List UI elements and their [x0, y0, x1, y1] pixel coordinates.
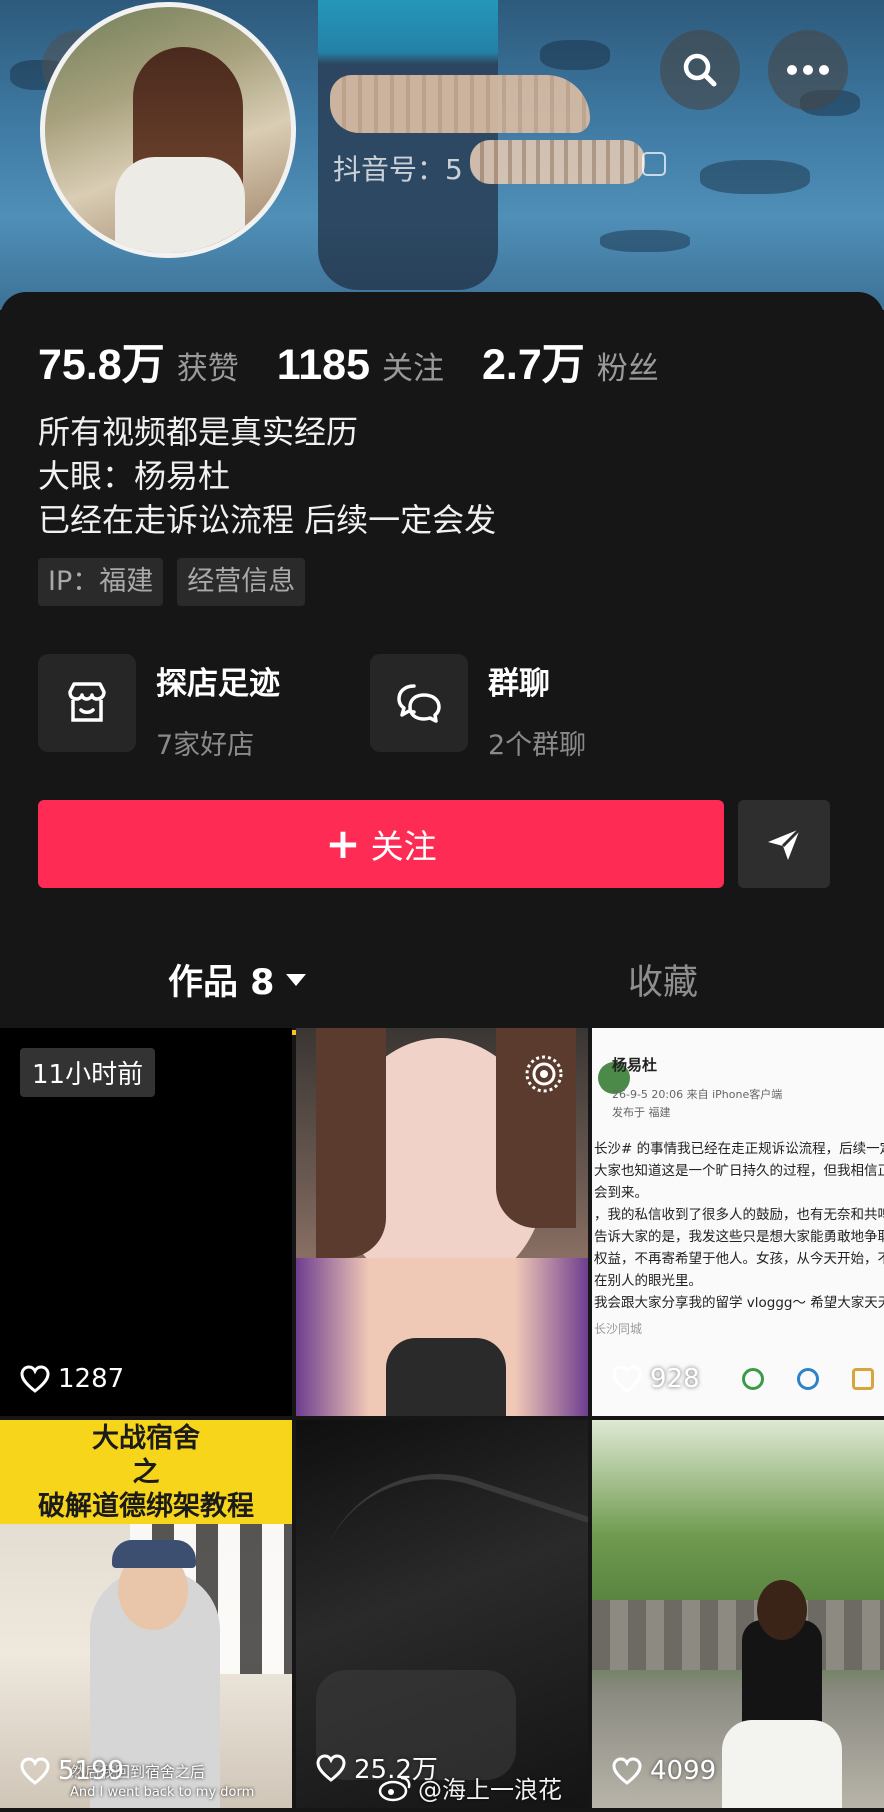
post-title-line: 之: [132, 1457, 160, 1488]
share-button[interactable]: [738, 800, 830, 888]
heart-icon: [20, 1757, 50, 1785]
search-button[interactable]: [660, 30, 740, 110]
profile-tabs: 作品 8 收藏: [0, 940, 884, 1036]
business-info-tag[interactable]: 经营信息: [177, 558, 306, 606]
bio-line: 已经在走诉讼流程 后续一定会发: [38, 501, 497, 539]
bio-line: 所有视频都是真实经历: [38, 413, 359, 451]
followers-label[interactable]: 粉丝: [597, 343, 659, 388]
caret-down-icon: [285, 973, 306, 986]
post-likes-count: 1287: [58, 1364, 125, 1394]
doc-author: 杨易杜: [612, 1056, 658, 1074]
plus-icon: +: [325, 819, 361, 868]
post-tile[interactable]: 25.2万: [296, 1420, 588, 1808]
likes-count: 75.8万: [38, 341, 165, 389]
weibo-logo-icon: [378, 1776, 411, 1801]
watermark-text: @海上一浪花: [418, 1776, 562, 1804]
post-title-line: 破解道德绑架教程: [38, 1491, 254, 1522]
post-likes: 4099: [612, 1756, 716, 1786]
heart-icon: [612, 1365, 642, 1393]
heart-icon: [20, 1365, 50, 1393]
post-tile[interactable]: [296, 1028, 588, 1416]
post-likes: 928: [612, 1364, 700, 1394]
post-likes: 5199: [20, 1756, 124, 1786]
post-tile[interactable]: 大战宿舍 之 破解道德绑架教程 然后我回到宿舍之后 And I went bac…: [0, 1420, 292, 1808]
posts-grid: 11小时前 1287 杨易杜 26-9-5 20:06 来自 iPhone客户端…: [0, 1028, 884, 1812]
doc-line: 长沙# 的事情我已经在走正规诉讼流程，后续一定会: [594, 1141, 884, 1157]
bio-line: 大眼：杨易杜: [38, 457, 231, 495]
tab-works-label: 作品 8: [168, 963, 275, 1003]
chat-bubbles-icon: [370, 654, 468, 752]
doc-line: 会到来。: [594, 1185, 648, 1201]
username-redacted: [330, 75, 590, 133]
post-tile[interactable]: 11小时前 1287: [0, 1028, 292, 1416]
post-likes: 1287: [20, 1364, 124, 1394]
tab-favorites[interactable]: 收藏: [628, 954, 698, 1005]
ip-location-tag: IP：福建: [38, 558, 164, 606]
doc-line: 权益，不再寄希望于他人。女孩，从今天开始，不: [594, 1251, 884, 1267]
followers-count[interactable]: 2.7万: [482, 330, 585, 392]
profile-header-banner: 抖音号：5: [0, 0, 884, 310]
heart-icon: [316, 1753, 346, 1782]
group-chat-subtitle: 2个群聊: [488, 730, 587, 761]
live-photo-icon: [525, 1055, 563, 1093]
shop-icon: [38, 654, 136, 752]
doc-line: 告诉大家的是，我发这些只是想大家能勇敢地争取: [594, 1229, 884, 1245]
avatar[interactable]: [40, 2, 296, 258]
banner-figure: [318, 0, 498, 290]
store-visits-entry[interactable]: 探店足迹 7家好店: [38, 654, 280, 762]
douyin-id-label: 抖音号：5: [333, 153, 463, 186]
tab-works[interactable]: 作品 8: [168, 954, 307, 1005]
doc-body: 长沙# 的事情我已经在走正规诉讼流程，后续一定会 大家也知道这是一个旷日持久的过…: [594, 1138, 884, 1337]
copy-icon[interactable]: [642, 152, 666, 176]
post-time-badge: 11小时前: [20, 1048, 156, 1097]
post-tile[interactable]: 4099: [592, 1420, 884, 1808]
profile-stats: 75.8万 获赞 1185 关注 2.7万 粉丝: [38, 330, 697, 392]
following-label[interactable]: 关注: [382, 343, 444, 388]
more-button[interactable]: [768, 30, 848, 110]
profile-tags: IP：福建 经营信息: [38, 558, 306, 606]
profile-bio: 所有视频都是真实经历 大眼：杨易杜 已经在走诉讼流程 后续一定会发: [38, 410, 496, 542]
more-icon: [787, 65, 829, 75]
group-chat-entry[interactable]: 群聊 2个群聊: [370, 654, 586, 762]
follow-label: 关注: [370, 827, 437, 866]
weibo-watermark: @海上一浪花: [378, 1770, 562, 1805]
post-tile[interactable]: 杨易杜 26-9-5 20:06 来自 iPhone客户端 发布于 福建 长沙#…: [592, 1028, 884, 1416]
profile-panel: 75.8万 获赞 1185 关注 2.7万 粉丝 所有视频都是真实经历 大眼：杨…: [0, 292, 884, 1035]
video-subtitle-en: And I went back to my dorm: [70, 1785, 255, 1800]
store-visits-title: 探店足迹: [156, 666, 280, 702]
doc-line: 大家也知道这是一个旷日持久的过程，但我相信正: [594, 1163, 884, 1179]
search-icon: [683, 53, 717, 87]
doc-footer: 长沙同城: [594, 1322, 643, 1336]
follow-button[interactable]: + 关注: [38, 800, 724, 888]
post-title-line: 大战宿舍: [92, 1423, 200, 1454]
doc-location: 发布于 福建: [612, 1106, 671, 1119]
post-likes-count: 5199: [58, 1756, 125, 1786]
following-count[interactable]: 1185: [277, 341, 370, 390]
send-icon: [768, 827, 802, 860]
doc-line: 我会跟大家分享我的留学 vloggg～ 希望大家天天: [594, 1295, 884, 1311]
doc-line: ，我的私信收到了很多人的鼓励，也有无奈和共鸣: [594, 1207, 884, 1223]
douyin-id-redacted: [470, 140, 645, 184]
doc-line: 在别人的眼光里。: [594, 1273, 702, 1289]
likes-label[interactable]: 获赞: [177, 343, 239, 388]
doc-meta: 26-9-5 20:06 来自 iPhone客户端: [612, 1088, 783, 1101]
store-visits-subtitle: 7家好店: [156, 730, 255, 761]
post-likes-count: 4099: [650, 1756, 717, 1786]
group-chat-title: 群聊: [488, 666, 550, 702]
post-title-banner: 大战宿舍 之 破解道德绑架教程: [0, 1420, 292, 1524]
post-likes-count: 928: [650, 1364, 700, 1394]
heart-icon: [612, 1757, 642, 1785]
